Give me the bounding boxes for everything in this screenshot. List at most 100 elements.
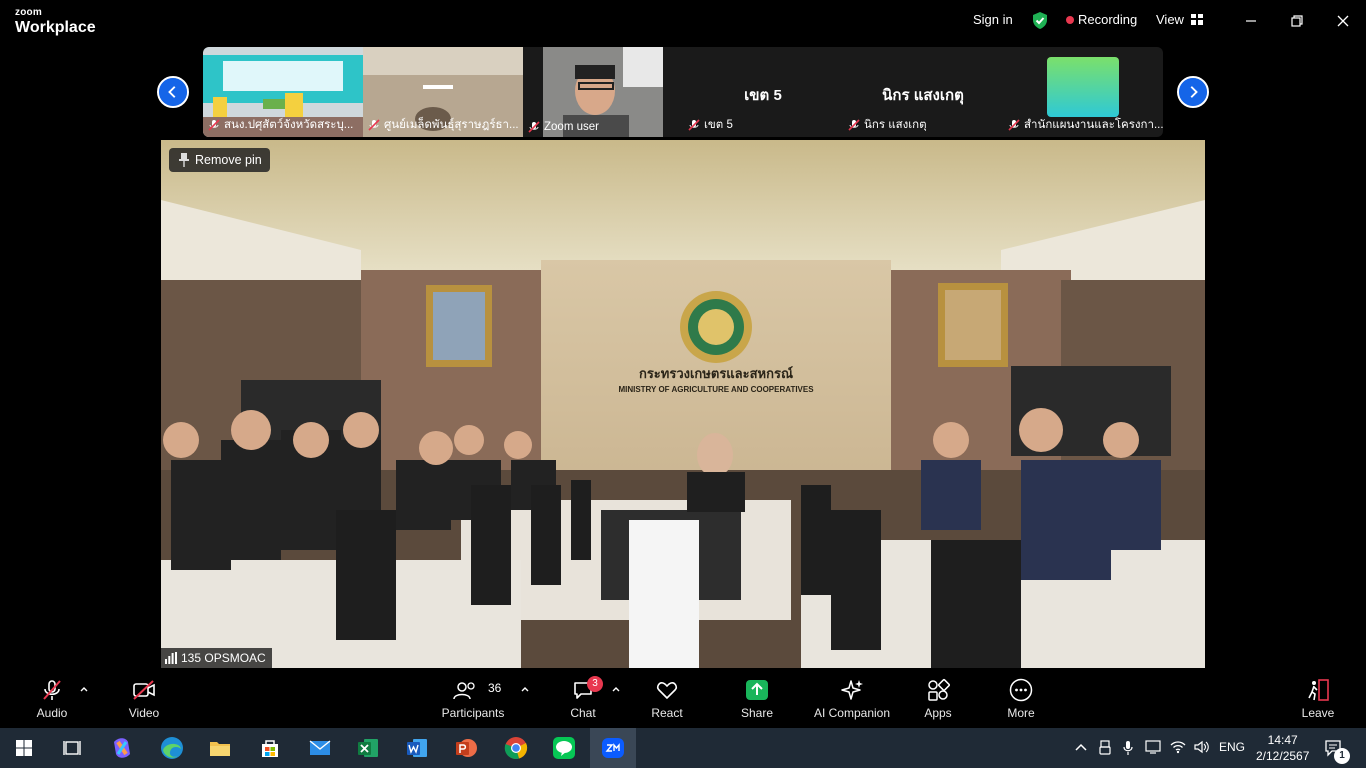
apps-grid-icon <box>928 679 950 701</box>
system-clock[interactable]: 14:47 2/12/2567 <box>1256 732 1309 764</box>
muted-microphone-icon <box>43 680 61 700</box>
meeting-control-bar: Audio Video Participants 36 Chat 3 React… <box>0 670 1366 728</box>
apps-label: Apps <box>924 706 952 720</box>
participants-count: 36 <box>488 681 502 695</box>
muted-mic-icon <box>848 119 860 131</box>
copilot-icon[interactable] <box>108 734 136 762</box>
participant-name: เขต 5 <box>687 116 733 134</box>
participant-thumbnail-strip: สนง.ปศุสัตว์จังหวัดสระบุ... ศูนย์เมล็ดพั… <box>203 47 1163 137</box>
apps-button[interactable]: Apps <box>918 678 958 720</box>
excel-icon[interactable] <box>354 734 382 762</box>
next-page-chevron-right-icon[interactable] <box>1177 76 1209 108</box>
participant-name-text: สำนักแผนงานและโครงกา... <box>1024 119 1163 131</box>
zoom-logo: zoom Workplace <box>15 8 96 36</box>
participant-name-text: Zoom user <box>544 121 599 133</box>
participant-name-text: ศูนย์เมล็ดพันธุ์สุราษฎร์ธา... <box>384 119 519 131</box>
signal-bars-icon <box>165 652 177 664</box>
edge-browser-icon[interactable] <box>158 734 186 762</box>
participant-name: นิกร แสงเกตุ <box>847 116 927 134</box>
powerpoint-icon[interactable] <box>452 734 480 762</box>
participant-thumbnail[interactable]: เขต 5 เขต 5 <box>683 47 843 137</box>
main-video-participant-name: 135 OPSMOAC <box>181 651 266 665</box>
chat-options-caret-icon[interactable] <box>611 684 621 694</box>
close-icon[interactable] <box>1330 8 1356 34</box>
task-view-icon[interactable] <box>58 734 86 762</box>
ai-companion-button[interactable]: AI Companion <box>807 678 897 720</box>
microsoft-store-icon[interactable] <box>256 734 284 762</box>
participant-name-text: นิกร แสงเกตุ <box>864 119 927 131</box>
participant-name: ศูนย์เมล็ดพันธุ์สุราษฎร์ธา... <box>367 116 519 134</box>
participant-center-name: นิกร แสงเกตุ <box>882 87 964 104</box>
recording-label[interactable]: Recording <box>1078 12 1137 27</box>
share-button[interactable]: Share <box>737 678 777 720</box>
video-off-camera-icon <box>133 680 155 700</box>
title-bar: zoom Workplace Sign in Recording View <box>0 0 1366 42</box>
react-label: React <box>651 706 683 720</box>
chrome-icon[interactable] <box>502 734 530 762</box>
notification-count-badge: 1 <box>1334 748 1350 764</box>
participant-thumbnail[interactable]: สำนักแผนงานและโครงกา... <box>1003 47 1163 137</box>
participant-name-text: เขต 5 <box>704 119 733 131</box>
leave-door-icon <box>1308 679 1329 701</box>
participants-label: Participants <box>441 706 505 720</box>
participant-thumbnail[interactable]: Zoom user <box>523 47 683 137</box>
usb-device-icon[interactable] <box>1098 740 1112 756</box>
tray-microphone-icon[interactable] <box>1122 740 1134 756</box>
network-monitor-icon[interactable] <box>1145 739 1161 755</box>
audio-options-caret-icon[interactable] <box>79 684 89 694</box>
participant-thumbnail[interactable]: ศูนย์เมล็ดพันธุ์สุราษฎร์ธา... <box>363 47 523 137</box>
ministry-sign-english: MINISTRY OF AGRICULTURE AND COOPERATIVES <box>618 385 814 394</box>
chat-unread-badge: 3 <box>587 676 603 692</box>
muted-mic-icon <box>208 119 220 131</box>
participant-center-name: เขต 5 <box>744 87 782 104</box>
security-shield-icon[interactable] <box>1031 11 1049 30</box>
input-language-indicator[interactable]: ENG <box>1219 740 1245 754</box>
volume-speaker-icon[interactable] <box>1193 740 1209 754</box>
view-label: View <box>1156 12 1184 27</box>
windows-taskbar: ENG 14:47 2/12/2567 1 <box>0 728 1366 768</box>
share-label: Share <box>740 706 774 720</box>
zoom-app-icon[interactable] <box>599 734 627 762</box>
muted-mic-icon <box>1008 119 1020 131</box>
word-icon[interactable] <box>403 734 431 762</box>
more-label: More <box>1007 706 1035 720</box>
audio-button[interactable]: Audio <box>30 678 74 720</box>
leave-button[interactable]: Leave <box>1298 678 1338 720</box>
participant-thumbnail[interactable]: นิกร แสงเกตุ นิกร แสงเกตุ <box>843 47 1003 137</box>
sign-in-link[interactable]: Sign in <box>973 12 1013 27</box>
mail-icon[interactable] <box>306 734 334 762</box>
windows-start-icon[interactable] <box>10 734 38 762</box>
remove-pin-label: Remove pin <box>195 153 262 167</box>
video-label: Video <box>128 706 160 720</box>
ai-companion-sparkle-icon <box>841 680 863 700</box>
main-video-name-tag: 135 OPSMOAC <box>161 648 272 668</box>
clock-time: 14:47 <box>1267 733 1298 747</box>
line-messenger-icon[interactable] <box>550 734 578 762</box>
pin-icon <box>179 153 189 167</box>
main-video[interactable]: กระทรวงเกษตรและสหกรณ์ MINISTRY OF AGRICUL… <box>161 140 1205 668</box>
ai-companion-label: AI Companion <box>813 706 891 720</box>
minimize-icon[interactable] <box>1238 8 1264 34</box>
chat-label: Chat <box>570 706 596 720</box>
brand-bottom: Workplace <box>15 19 96 36</box>
wifi-icon[interactable] <box>1170 740 1186 754</box>
muted-mic-icon <box>528 121 540 133</box>
react-button[interactable]: React <box>647 678 687 720</box>
recording-dot-icon <box>1066 16 1074 24</box>
participant-thumbnail[interactable]: สนง.ปศุสัตว์จังหวัดสระบุ... <box>203 47 363 137</box>
file-explorer-folder-icon[interactable] <box>206 734 234 762</box>
prev-page-chevron-left-icon[interactable] <box>157 76 189 108</box>
remove-pin-button[interactable]: Remove pin <box>169 148 270 172</box>
participant-name: สำนักแผนงานและโครงกา... <box>1007 116 1163 134</box>
audio-label: Audio <box>36 706 68 720</box>
tray-overflow-chevron-up-icon[interactable] <box>1074 741 1088 755</box>
participants-options-caret-icon[interactable] <box>520 684 530 694</box>
heart-react-icon <box>656 682 678 700</box>
restore-icon[interactable] <box>1284 8 1310 34</box>
grid-icon <box>1190 14 1203 25</box>
muted-mic-icon <box>688 119 700 131</box>
more-button[interactable]: More <box>1001 678 1041 720</box>
view-button[interactable]: View <box>1156 12 1203 27</box>
video-button[interactable]: Video <box>122 678 166 720</box>
share-screen-arrow-icon <box>746 680 768 700</box>
